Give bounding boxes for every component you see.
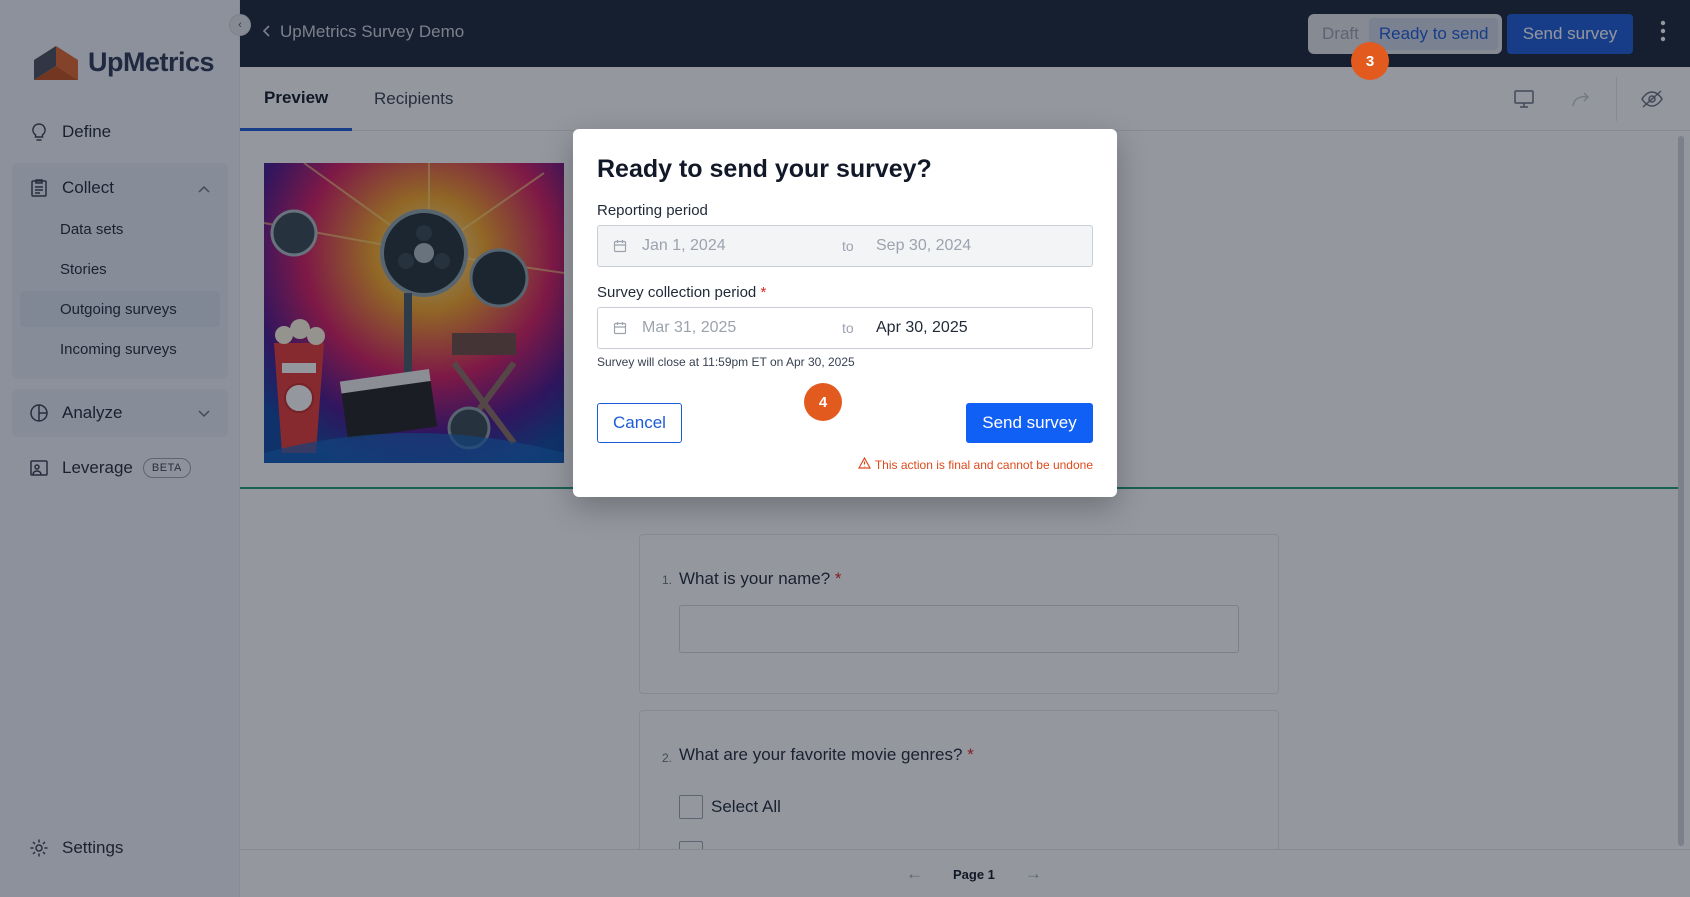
collection-period-label: Survey collection period * bbox=[597, 284, 766, 301]
to-label: to bbox=[842, 320, 854, 336]
reporting-period-range: Jan 1, 2024 to Sep 30, 2024 bbox=[597, 225, 1093, 267]
send-survey-button[interactable]: Send survey bbox=[966, 403, 1093, 443]
send-survey-dialog: Ready to send your survey? Reporting per… bbox=[573, 129, 1117, 497]
dialog-title: Ready to send your survey? bbox=[597, 155, 932, 183]
cancel-button[interactable]: Cancel bbox=[597, 403, 682, 443]
final-action-warning: This action is final and cannot be undon… bbox=[857, 456, 1093, 472]
calendar-icon bbox=[598, 239, 642, 253]
collection-end-date[interactable]: Apr 30, 2025 bbox=[866, 319, 968, 337]
calendar-icon[interactable] bbox=[598, 321, 642, 335]
required-marker: * bbox=[760, 284, 767, 301]
close-time-note: Survey will close at 11:59pm ET on Apr 3… bbox=[597, 355, 855, 369]
collection-period-text: Survey collection period bbox=[597, 284, 757, 301]
warning-text: This action is final and cannot be undon… bbox=[874, 457, 1093, 472]
reporting-end-date: Sep 30, 2024 bbox=[876, 237, 972, 254]
step-3-badge: 3 bbox=[1351, 42, 1389, 80]
reporting-period-label: Reporting period bbox=[597, 202, 708, 219]
step-4-badge: 4 bbox=[804, 383, 842, 421]
collection-start-date[interactable]: Mar 31, 2025 bbox=[642, 319, 842, 337]
to-label: to bbox=[842, 238, 854, 254]
collection-period-range: Mar 31, 2025 to Apr 30, 2025 bbox=[597, 307, 1093, 349]
reporting-start-date: Jan 1, 2024 bbox=[642, 237, 726, 254]
warning-icon bbox=[857, 456, 871, 472]
